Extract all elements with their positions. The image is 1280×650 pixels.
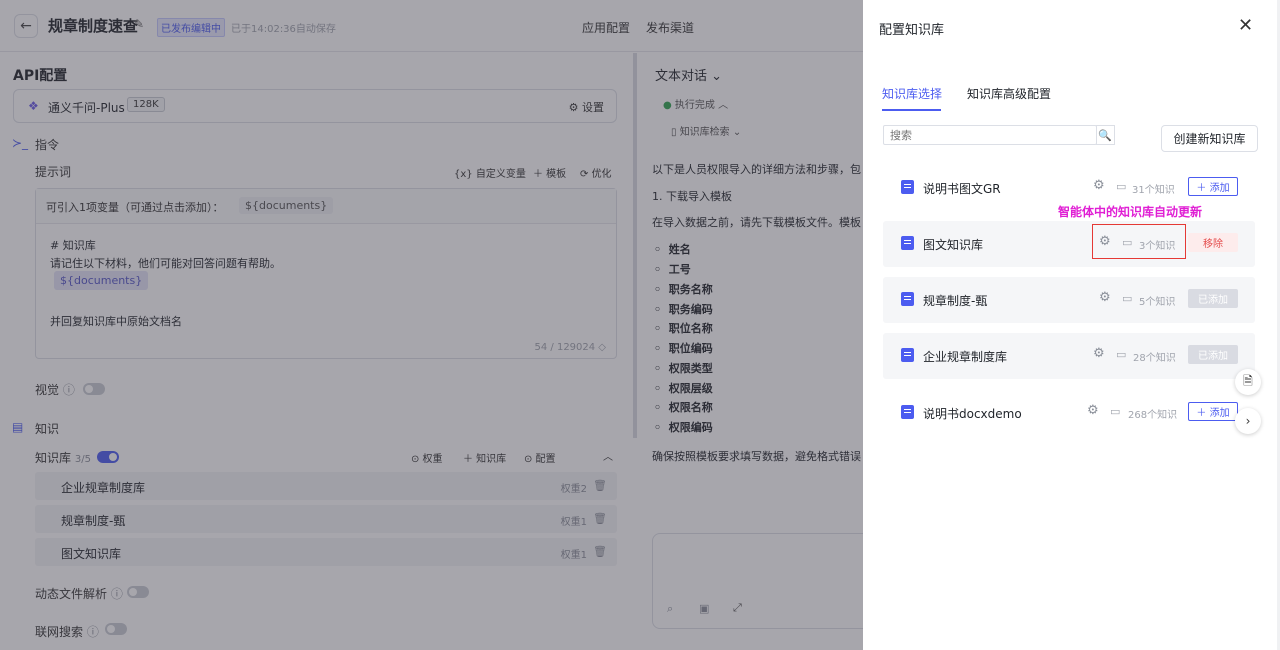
- kb-doc-icon: [901, 236, 914, 250]
- kb-doc-icon: [901, 292, 914, 306]
- kb-count: 5个知识: [1139, 297, 1176, 308]
- kb-config-drawer: 配置知识库 ✕ 知识库选择 知识库高级配置 🔍 创建新知识库 说明书图文GR ⚙…: [863, 0, 1280, 650]
- search-icon[interactable]: 🔍: [1096, 125, 1115, 145]
- added-button: 已添加: [1188, 289, 1238, 308]
- gear-icon[interactable]: ⚙: [1087, 403, 1099, 418]
- kb-count: 28个知识: [1133, 353, 1176, 364]
- folder-icon: ▭: [1116, 180, 1127, 193]
- kb-count: 268个知识: [1128, 410, 1178, 421]
- kb-name: 说明书docxdemo: [923, 407, 1022, 421]
- folder-icon: ▭: [1122, 292, 1133, 305]
- gear-icon[interactable]: ⚙: [1099, 290, 1111, 305]
- kb-name: 规章制度-甄: [923, 294, 988, 308]
- annotation-box: [1092, 224, 1186, 259]
- tab-kb-select[interactable]: 知识库选择: [882, 85, 942, 102]
- kb-doc-icon: [901, 348, 914, 362]
- folder-icon: ▭: [1116, 348, 1127, 361]
- kb-list-item: 规章制度-甄 ⚙ ▭ 5个知识 已添加: [883, 277, 1255, 323]
- document-icon[interactable]: 🗎: [1235, 369, 1261, 395]
- kb-name: 企业规章制度库: [923, 350, 1008, 364]
- kb-count: 31个知识: [1132, 185, 1175, 196]
- drawer-title: 配置知识库: [879, 23, 945, 38]
- folder-icon: ▭: [1110, 405, 1121, 418]
- chevron-right-icon[interactable]: ›: [1235, 408, 1261, 434]
- kb-list-item: 图文知识库 ⚙ ▭ 3个知识 移除: [883, 221, 1255, 267]
- kb-doc-icon: [901, 180, 914, 194]
- kb-list-item: 说明书docxdemo ⚙ ▭ 268个知识 ＋ 添加: [883, 390, 1255, 436]
- annotation-text: 智能体中的知识库自动更新: [1058, 205, 1203, 219]
- kb-name: 说明书图文GR: [923, 182, 1001, 196]
- kb-name: 图文知识库: [923, 238, 984, 252]
- add-button[interactable]: ＋ 添加: [1188, 402, 1238, 421]
- gear-icon[interactable]: ⚙: [1093, 346, 1105, 361]
- create-kb-button[interactable]: 创建新知识库: [1161, 125, 1258, 152]
- added-button: 已添加: [1188, 345, 1238, 364]
- tab-underline: [882, 109, 941, 111]
- remove-button[interactable]: 移除: [1188, 233, 1238, 252]
- search-input[interactable]: [883, 125, 1097, 145]
- kb-list-item: 企业规章制度库 ⚙ ▭ 28个知识 已添加: [883, 333, 1255, 379]
- close-icon[interactable]: ✕: [1238, 16, 1253, 36]
- gear-icon[interactable]: ⚙: [1093, 178, 1105, 193]
- modal-overlay[interactable]: [0, 0, 863, 650]
- tab-kb-advanced[interactable]: 知识库高级配置: [967, 85, 1051, 102]
- add-button[interactable]: ＋ 添加: [1188, 177, 1238, 196]
- kb-doc-icon: [901, 405, 914, 419]
